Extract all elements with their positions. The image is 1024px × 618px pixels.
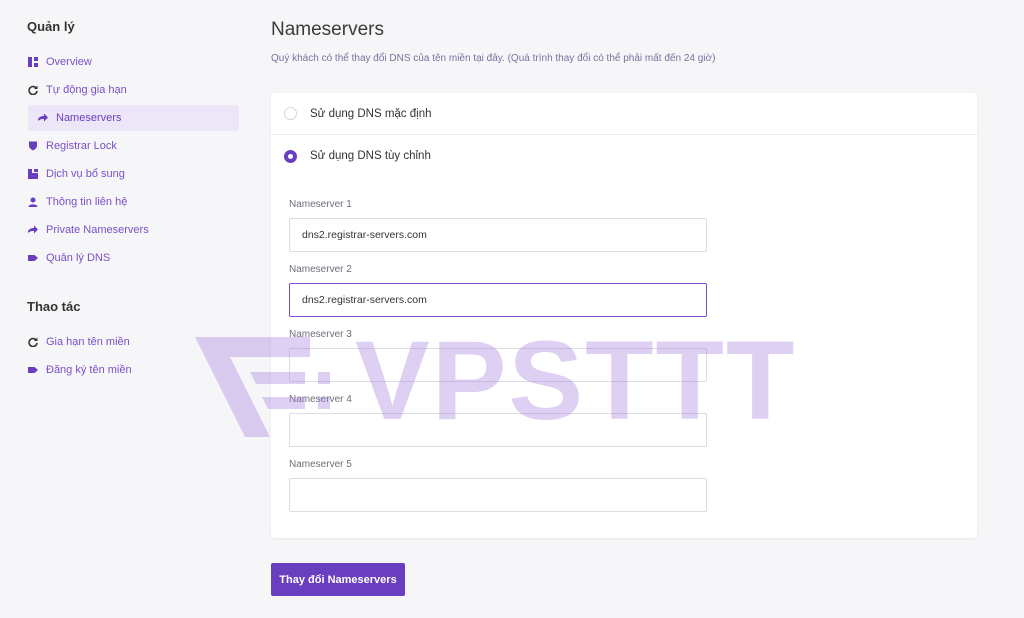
sidebar-item-dns-management[interactable]: Quản lý DNS	[28, 245, 239, 271]
nameserver-5-input[interactable]	[289, 478, 707, 512]
arrow-right-icon	[38, 113, 48, 123]
refresh-icon	[28, 337, 38, 347]
nameserver-3-label: Nameserver 3	[289, 329, 352, 340]
sidebar-item-addons[interactable]: Dịch vụ bổ sung	[28, 161, 239, 187]
sidebar-item-label: Thông tin liên hệ	[46, 196, 128, 208]
sidebar-item-label: Overview	[46, 56, 92, 68]
nameserver-card: Sử dụng DNS mặc định Sử dụng DNS tùy chỉ…	[271, 93, 977, 538]
change-nameservers-button[interactable]: Thay đổi Nameservers	[271, 563, 405, 596]
page-title: Nameservers	[271, 19, 384, 40]
sidebar-item-label: Quản lý DNS	[46, 252, 111, 264]
nameserver-2-input[interactable]	[289, 283, 707, 317]
user-icon	[28, 197, 38, 207]
tag-icon	[28, 253, 38, 263]
sidebar-item-label: Registrar Lock	[46, 140, 117, 152]
sidebar-item-nameservers[interactable]: Nameservers	[28, 105, 239, 131]
page-description: Quý khách có thể thay đổi DNS của tên mi…	[271, 53, 716, 64]
nameserver-2-label: Nameserver 2	[289, 264, 352, 275]
nameserver-1-label: Nameserver 1	[289, 199, 352, 210]
sidebar-item-contact-info[interactable]: Thông tin liên hệ	[28, 189, 239, 215]
radio-custom-dns[interactable]	[284, 149, 297, 163]
sidebar-item-label: Gia hạn tên miền	[46, 336, 130, 348]
nameserver-1-input[interactable]	[289, 218, 707, 252]
actions-section-title: Thao tác	[27, 299, 81, 314]
option-default-dns[interactable]: Sử dụng DNS mặc định	[271, 93, 977, 135]
sidebar-item-label: Private Nameservers	[46, 224, 149, 236]
option-custom-dns[interactable]: Sử dụng DNS tùy chỉnh	[271, 135, 977, 177]
sidebar-item-private-nameservers[interactable]: Private Nameservers	[28, 217, 239, 243]
sidebar-item-registrar-lock[interactable]: Registrar Lock	[28, 133, 239, 159]
sidebar-item-label: Tự động gia hạn	[46, 84, 127, 96]
nameserver-3-input[interactable]	[289, 348, 707, 382]
refresh-icon	[28, 85, 38, 95]
arrow-right-icon	[28, 225, 38, 235]
option-default-label: Sử dụng DNS mặc định	[310, 107, 432, 120]
sidebar: Quản lý Overview Tự động gia hạn Nameser…	[0, 0, 250, 618]
radio-default-dns[interactable]	[284, 107, 297, 120]
option-custom-label: Sử dụng DNS tùy chỉnh	[310, 150, 431, 162]
nameserver-4-input[interactable]	[289, 413, 707, 447]
nameserver-4-label: Nameserver 4	[289, 394, 352, 405]
sidebar-item-overview[interactable]: Overview	[28, 49, 239, 75]
sidebar-item-renew-domain[interactable]: Gia hạn tên miền	[28, 329, 239, 355]
shield-icon	[28, 141, 38, 151]
nameserver-5-label: Nameserver 5	[289, 459, 352, 470]
sidebar-item-label: Nameservers	[56, 112, 122, 124]
grid-icon	[28, 57, 38, 67]
addon-icon	[28, 169, 38, 179]
sidebar-item-label: Dịch vụ bổ sung	[46, 168, 125, 180]
sidebar-item-register-domain[interactable]: Đăng ký tên miền	[28, 357, 239, 383]
tag-icon	[28, 365, 38, 375]
sidebar-item-auto-renew[interactable]: Tự động gia hạn	[28, 77, 239, 103]
manage-section-title: Quản lý	[27, 19, 75, 34]
sidebar-item-label: Đăng ký tên miền	[46, 364, 132, 376]
